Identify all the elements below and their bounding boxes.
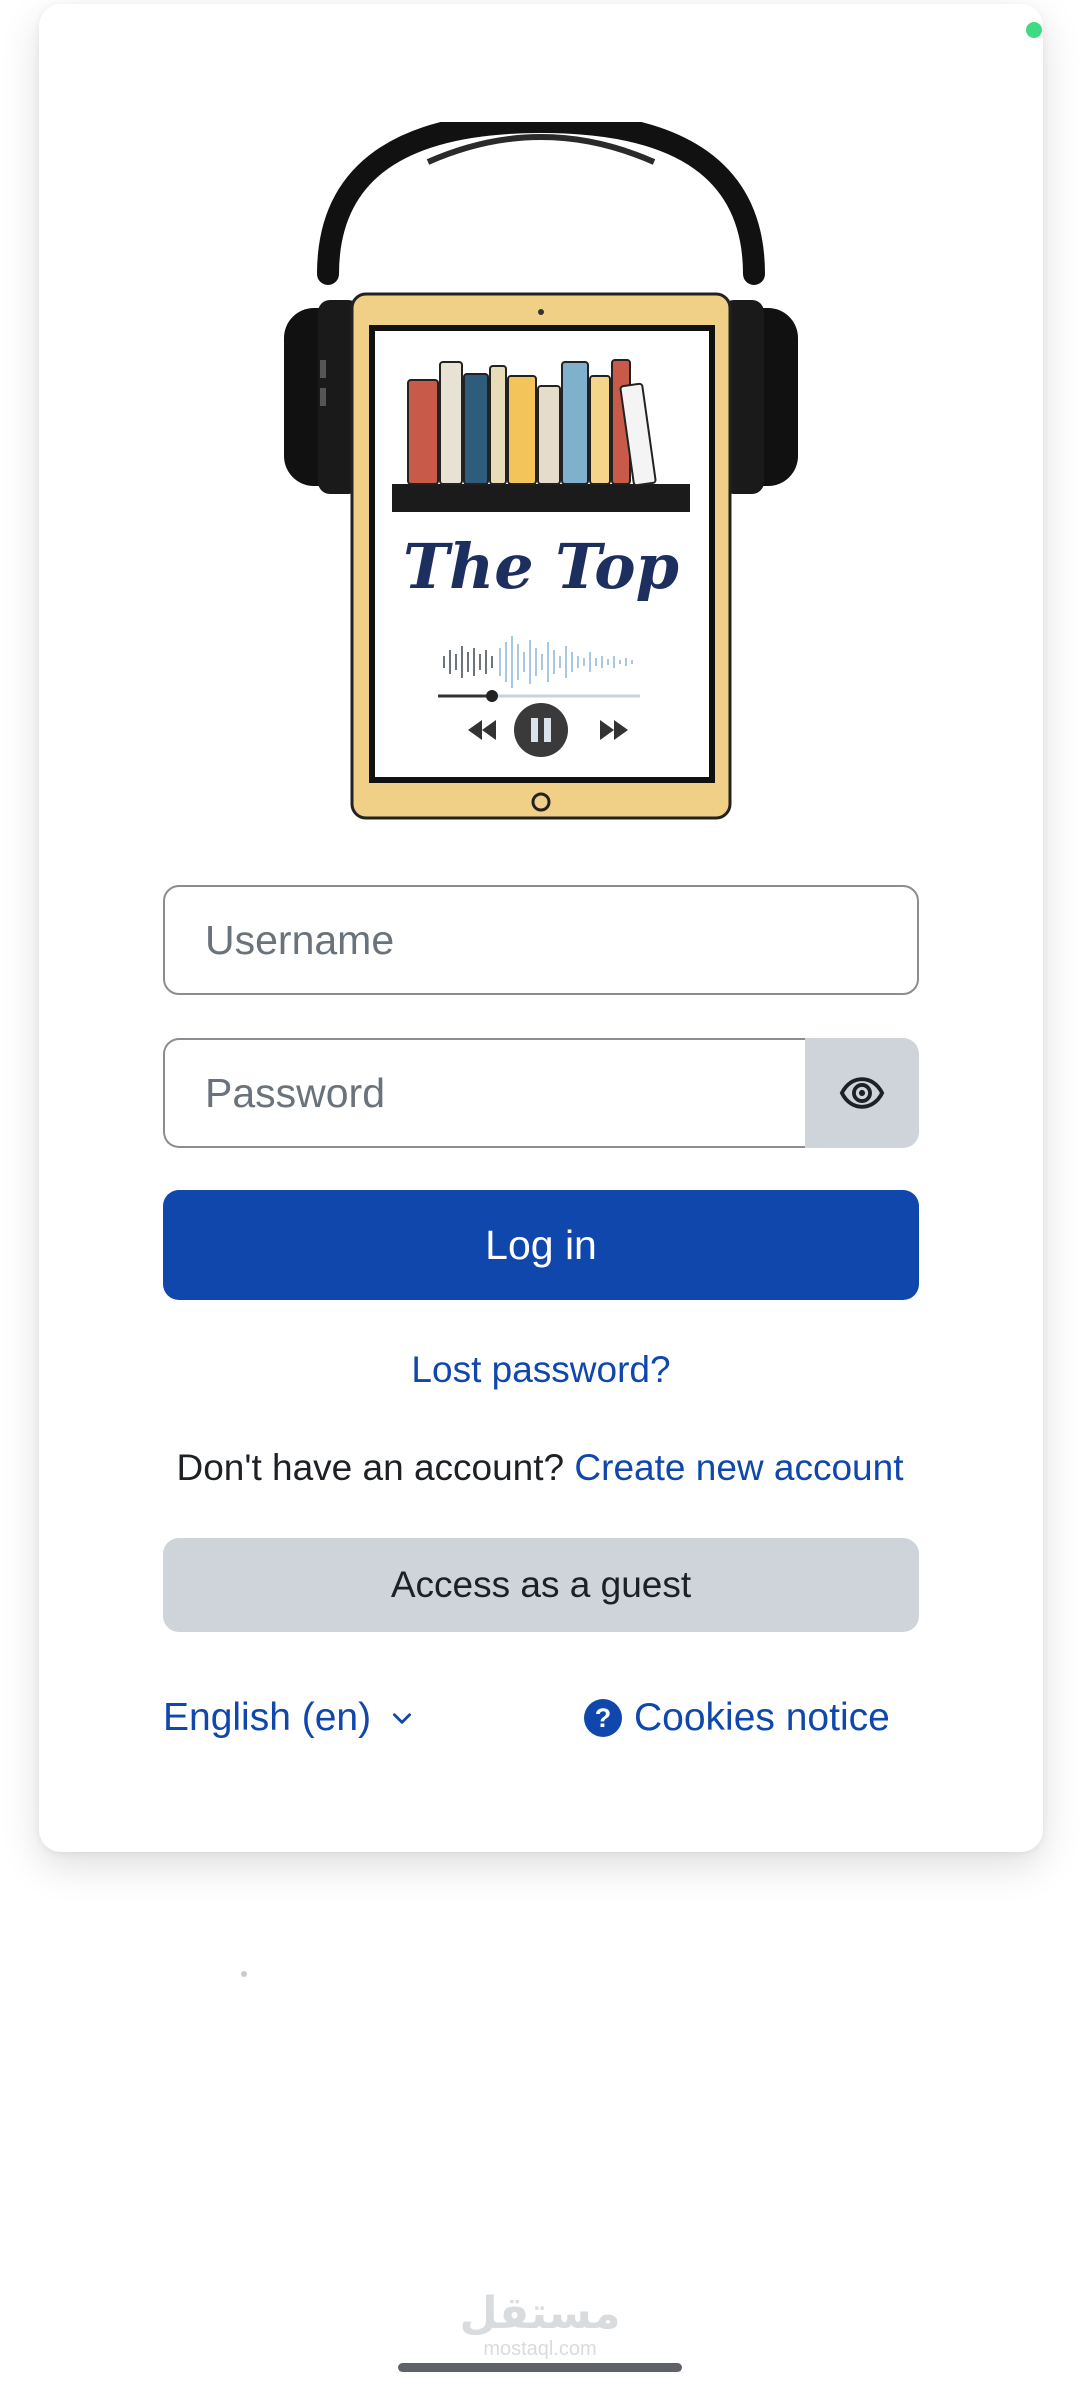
language-selector[interactable]: English (en) — [163, 1690, 415, 1746]
chevron-down-icon — [389, 1705, 415, 1731]
password-input[interactable] — [163, 1038, 806, 1148]
cookies-label: Cookies notice — [634, 1696, 890, 1739]
decorative-dot — [241, 1971, 247, 1977]
the-top-logo: The Top — [284, 122, 798, 820]
logo-text: The Top — [403, 530, 679, 603]
lost-password-link[interactable]: Lost password? — [163, 1342, 919, 1398]
language-label: English (en) — [163, 1696, 372, 1739]
status-dot — [1026, 22, 1042, 38]
create-account-link[interactable]: Create new account — [574, 1447, 903, 1488]
username-input[interactable] — [163, 885, 919, 995]
watermark-latin: mostaql.com — [483, 2338, 597, 2360]
help-circle-icon: ? — [584, 1699, 622, 1737]
reveal-password-button[interactable] — [805, 1038, 919, 1148]
signup-row: Don't have an account? Create new accoun… — [100, 1440, 980, 1496]
mostaql-watermark: مستقل mostaql.com — [440, 2289, 640, 2361]
watermark-arabic: مستقل — [459, 2289, 621, 2338]
signup-prompt: Don't have an account? — [176, 1447, 565, 1488]
cookies-notice-link[interactable]: ? Cookies notice — [584, 1690, 890, 1746]
eye-icon — [839, 1077, 885, 1109]
login-page: The Top Username Log in Lost password? D… — [0, 0, 1080, 2400]
guest-access-button[interactable]: Access as a guest — [163, 1538, 919, 1632]
home-indicator[interactable] — [398, 2363, 682, 2372]
login-button[interactable]: Log in — [163, 1190, 919, 1300]
